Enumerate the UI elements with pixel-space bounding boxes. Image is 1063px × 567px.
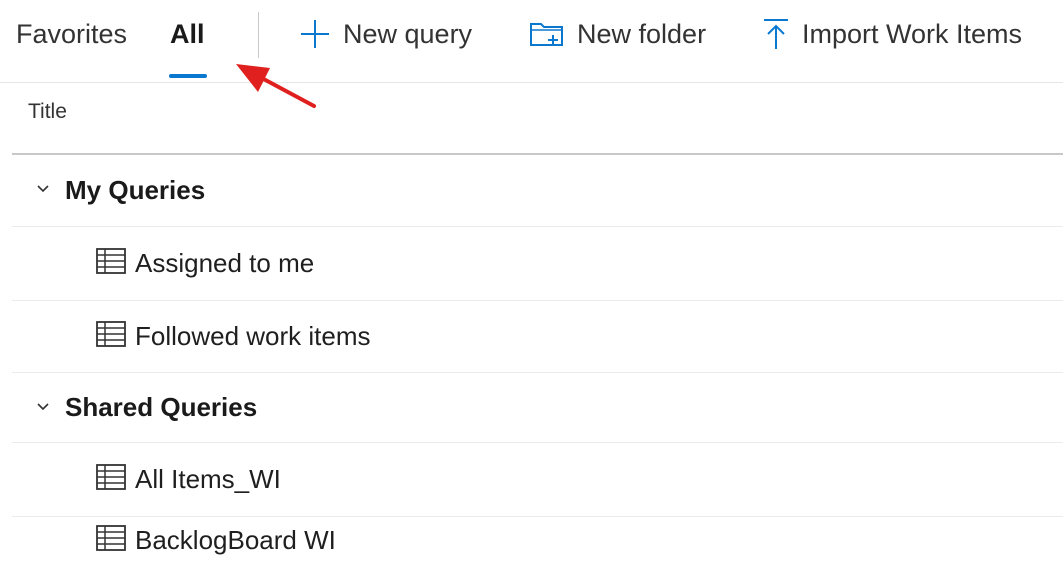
new-folder-button[interactable]: New folder	[529, 0, 706, 68]
query-row-assigned-to-me[interactable]: Assigned to me	[12, 227, 1063, 299]
group-row-shared-queries[interactable]: Shared Queries	[12, 373, 1063, 442]
tab-favorites[interactable]: Favorites	[16, 0, 127, 68]
table-grid-icon	[96, 321, 126, 352]
selected-tab-indicator	[169, 74, 207, 78]
group-label: My Queries	[65, 174, 206, 205]
group-label: Shared Queries	[65, 392, 258, 422]
toolbar: Favorites All New query New folder Impor…	[0, 0, 1063, 82]
red-arrow-annotation	[236, 64, 316, 108]
table-grid-icon	[96, 464, 126, 495]
import-work-items-button[interactable]: Import Work Items	[762, 0, 1022, 68]
query-row-followed-work-items[interactable]: Followed work items	[12, 301, 1063, 372]
table-grid-icon	[96, 525, 126, 556]
query-row-all-items-wi[interactable]: All Items_WI	[12, 443, 1063, 516]
import-work-items-label: Import Work Items	[802, 18, 1023, 49]
new-query-label: New query	[343, 18, 473, 49]
tab-all[interactable]: All	[170, 0, 205, 68]
toolbar-divider	[258, 12, 259, 58]
query-label: Assigned to me	[135, 247, 315, 278]
group-row-my-queries[interactable]: My Queries	[12, 155, 1063, 225]
plus-icon	[299, 18, 331, 50]
column-header-title[interactable]: Title	[28, 100, 67, 124]
table-grid-icon	[96, 247, 126, 279]
upload-arrow-icon	[762, 17, 790, 51]
query-row-backlogboard-wi[interactable]: BacklogBoard WI	[12, 517, 1063, 567]
chevron-down-icon[interactable]	[36, 181, 50, 199]
query-label: Followed work items	[135, 321, 371, 351]
query-label: All Items_WI	[135, 464, 281, 494]
new-folder-icon	[529, 18, 565, 50]
chevron-down-icon[interactable]	[36, 399, 50, 417]
toolbar-separator	[0, 82, 1063, 83]
new-folder-label: New folder	[577, 18, 707, 49]
query-label: BacklogBoard WI	[135, 525, 336, 555]
